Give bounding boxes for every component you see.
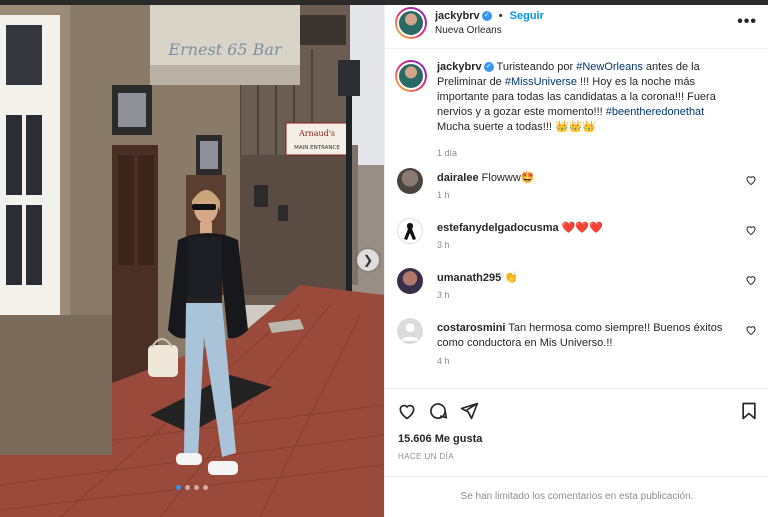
carousel-dot [194,485,199,490]
comment-text: umanath295 👏 [437,271,737,286]
commenter-username[interactable]: costarosmini [437,322,505,334]
comment-timestamp[interactable]: 3 h [437,240,450,250]
comment-text: costarosmini Tan hermosa como siempre!! … [437,321,737,351]
comment-item: umanath295 👏 3 h [395,268,763,308]
commenter-username[interactable]: umanath295 [437,272,501,284]
comment-timestamp[interactable]: 4 h [437,356,450,366]
carousel-dot [203,485,208,490]
comments-list[interactable]: jackybrv ✓ Turisteando por #NewOrleans an… [385,50,768,387]
author-line: jackybrv ✓ • Seguir [435,10,544,22]
post-location[interactable]: Nueva Orleans [435,25,502,36]
likes-number: 15.606 [398,433,432,445]
commenter-avatar-default[interactable] [397,318,423,344]
hashtag-link[interactable]: #NewOrleans [576,61,643,73]
post-details-panel: jackybrv ✓ • Seguir Nueva Orleans ••• jac… [384,5,768,517]
caption-text-part: Turisteando por [496,61,577,73]
comment-item: costarosmini Tan hermosa como siempre!! … [395,318,763,372]
share-icon[interactable] [459,401,479,421]
commenter-avatar[interactable] [397,168,423,194]
hashtag-link[interactable]: #MissUniverse [505,76,577,88]
restaurant-sign-subtext: MAIN ENTRANCE [294,145,340,151]
comment-item: dairalee Flowww🤩 1 h [395,168,763,208]
comment-icon[interactable] [428,401,448,421]
separator-dot: • [498,10,503,22]
bar-sign-text: Ernest 65 Bar [167,40,283,59]
post-header: jackybrv ✓ • Seguir Nueva Orleans ••• [385,5,768,49]
commenter-username[interactable]: dairalee [437,172,479,184]
verified-badge-icon: ✓ [483,62,494,73]
heart-icon[interactable] [745,324,757,336]
commenter-avatar[interactable] [397,218,423,244]
comment-text: dairalee Flowww🤩 [437,171,737,186]
author-avatar[interactable] [395,7,427,39]
carousel-dot [185,485,190,490]
comment-item: estefanydelgadocusma ❤️❤️❤️ 3 h [395,218,763,258]
heart-icon[interactable] [745,174,757,186]
black-ribbon-icon [404,223,416,240]
comment-timestamp[interactable]: 1 h [437,190,450,200]
author-username[interactable]: jackybrv [435,10,480,22]
bookmark-icon[interactable] [739,401,759,421]
comment-body: Flowww🤩 [481,172,535,184]
hashtag-link[interactable]: #beentheredonethat [606,106,704,118]
likes-label: Me gusta [434,433,483,445]
post-timestamp[interactable]: HACE UN DÍA [398,452,454,461]
caption-text-part: Mucha suerte a todas!!! 👑👑👑 [437,121,597,133]
comment-body: 👏 [504,272,518,284]
comments-limited-notice: Se han limitado los comentarios en esta … [385,476,768,517]
caption-timestamp[interactable]: 1 día [437,148,457,158]
commenter-username[interactable]: estefanydelgadocusma [437,222,559,234]
comment-body: ❤️❤️❤️ [561,222,603,234]
post-photo[interactable]: Arnaud's MAIN ENTRANCE Ernest 65 Bar ❯ [0,5,384,517]
chevron-right-icon: ❯ [362,253,374,267]
likes-count[interactable]: 15.606 Me gusta [398,433,482,445]
carousel-dots [176,485,208,490]
carousel-next-button[interactable]: ❯ [357,249,379,271]
heart-icon[interactable] [745,274,757,286]
verified-badge-icon: ✓ [481,11,492,22]
comment-text: estefanydelgadocusma ❤️❤️❤️ [437,221,737,236]
heart-icon[interactable] [397,401,417,421]
caption-username[interactable]: jackybrv [437,61,482,73]
commenter-avatar[interactable] [397,268,423,294]
restaurant-sign-text: Arnaud's [298,129,335,138]
heart-icon[interactable] [745,224,757,236]
street-scene-illustration: Arnaud's MAIN ENTRANCE Ernest 65 Bar [0,5,384,517]
follow-button[interactable]: Seguir [510,10,544,22]
caption-avatar[interactable] [395,60,427,92]
post-actions-bar [385,388,768,434]
caption-text: jackybrv ✓ Turisteando por #NewOrleans an… [437,60,737,135]
more-options-icon[interactable]: ••• [737,13,757,31]
comment-timestamp[interactable]: 3 h [437,290,450,300]
carousel-dot-active [176,485,181,490]
default-user-icon [401,323,419,341]
